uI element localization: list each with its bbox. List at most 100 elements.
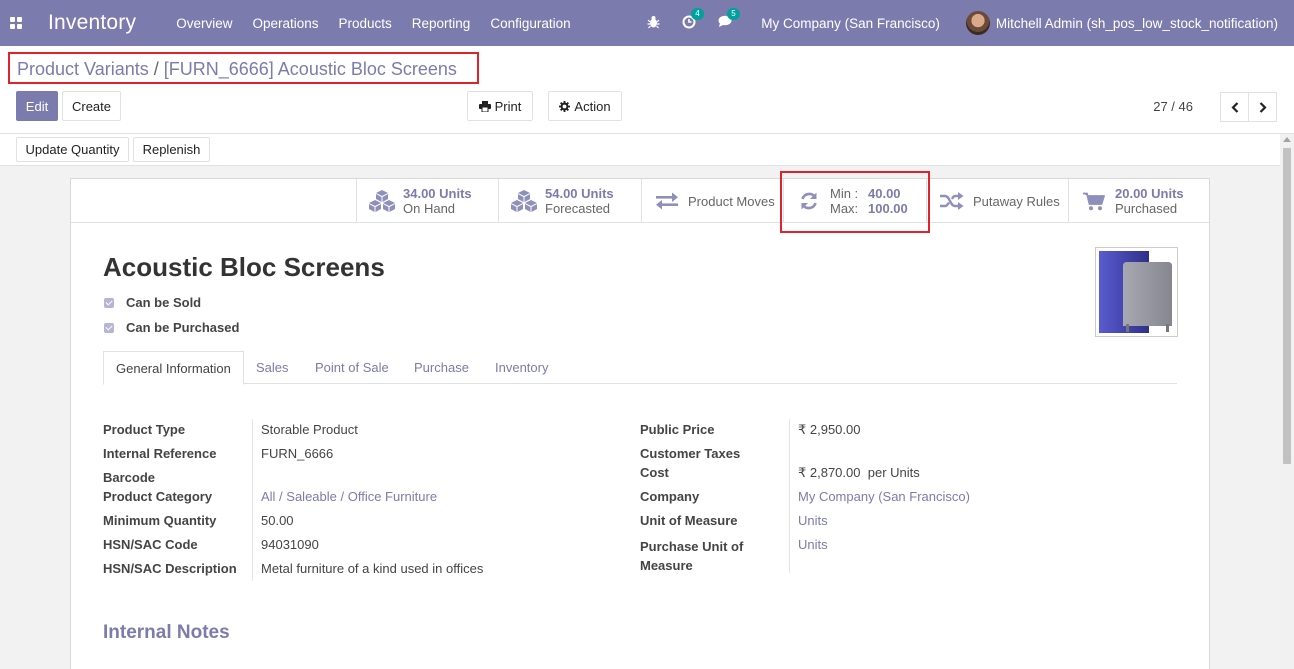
tab-point-of-sale[interactable]: Point of Sale: [315, 351, 389, 384]
scroll-up-arrow-icon[interactable]: [1283, 137, 1291, 142]
purchase-uom-link[interactable]: Units: [798, 537, 828, 552]
breadcrumb-current: [FURN_6666] Acoustic Bloc Screens: [163, 59, 457, 79]
max-label: Max:: [830, 201, 859, 216]
chat-icon[interactable]: 5: [718, 8, 740, 31]
product-image[interactable]: [1095, 247, 1178, 337]
unit-of-measure-link[interactable]: Units: [798, 513, 828, 528]
menu-overview[interactable]: Overview: [176, 16, 232, 31]
purchased-button[interactable]: 20.00 Units Purchased: [1068, 179, 1209, 223]
breadcrumb-separator: /: [153, 59, 159, 79]
menu-operations[interactable]: Operations: [252, 16, 318, 31]
checkbox-checked-icon: [104, 297, 114, 308]
public-price-value[interactable]: ₹ 2,950.00: [798, 422, 861, 438]
min-label: Min :: [830, 186, 859, 201]
breadcrumb: Product Variants / [FURN_6666] Acoustic Bl…: [8, 52, 479, 84]
hsn-description-label: HSN/SAC Description: [103, 561, 237, 576]
menu-configuration[interactable]: Configuration: [490, 16, 570, 31]
create-button[interactable]: Create: [62, 91, 121, 121]
purchased-value: 20.00 Units: [1115, 186, 1184, 201]
company-switcher[interactable]: My Company (San Francisco): [761, 16, 940, 31]
cost-uom-suffix: per Units: [867, 465, 920, 480]
tab-sales[interactable]: Sales: [256, 351, 289, 384]
internal-reference-value[interactable]: FURN_6666: [261, 446, 333, 461]
forecasted-button[interactable]: 54.00 Units Forecasted: [498, 179, 641, 223]
product-moves-label: Product Moves: [688, 193, 775, 209]
cost-label: Cost: [640, 465, 669, 480]
cubes-icon: [509, 189, 539, 213]
can-be-sold-label: Can be Sold: [126, 295, 202, 310]
unit-of-measure-label: Unit of Measure: [640, 513, 738, 528]
notebook-tabs: General Information Sales Point of Sale …: [103, 351, 1177, 385]
on-hand-button[interactable]: 34.00 Units On Hand: [356, 179, 498, 223]
company-label: Company: [640, 489, 700, 504]
smart-buttons: 34.00 Units On Hand 54.00 Units Forecasted…: [71, 179, 1209, 223]
update-quantity-button[interactable]: Update Quantity: [16, 137, 129, 162]
breadcrumb-parent[interactable]: Product Variants: [17, 59, 149, 79]
min-max-button[interactable]: Min : 40.00 Max: 100.00: [783, 179, 926, 223]
internal-reference-label: Internal Reference: [103, 446, 217, 461]
product-category-link[interactable]: All / Saleable / Office Furniture: [261, 489, 437, 504]
activity-clock-icon[interactable]: 4: [682, 7, 704, 32]
replenish-button[interactable]: Replenish: [133, 137, 210, 162]
gear-icon: [559, 100, 571, 112]
purchase-uom-label-line1: Purchase Unit of: [640, 539, 744, 554]
max-value: 100.00: [868, 201, 908, 216]
menu-products[interactable]: Products: [339, 16, 392, 31]
product-type-value[interactable]: Storable Product: [261, 422, 358, 437]
form-sheet: 34.00 Units On Hand 54.00 Units Forecasted…: [70, 178, 1210, 669]
app-title[interactable]: Inventory: [48, 11, 136, 35]
minimum-quantity-value[interactable]: 50.00: [261, 513, 294, 528]
checkbox-checked-icon: [104, 322, 114, 333]
field-separator: [252, 419, 253, 581]
purchase-uom-label-line2: Measure: [640, 558, 693, 573]
purchased-label: Purchased: [1115, 201, 1178, 216]
messages-badge: 5: [727, 8, 740, 20]
tab-inventory[interactable]: Inventory: [495, 351, 548, 384]
apps-menu-icon[interactable]: [0, 0, 32, 46]
chevron-right-icon: [1259, 101, 1267, 113]
putaway-rules-label: Putaway Rules: [973, 193, 1060, 209]
systray: 4 5 My Company (San Francisco) Mitchell …: [647, 0, 1294, 46]
cost-value[interactable]: ₹ 2,870.00 per Units: [798, 465, 920, 481]
field-separator: [789, 419, 790, 573]
product-moves-button[interactable]: Product Moves: [641, 179, 783, 223]
product-category-label: Product Category: [103, 489, 213, 504]
hsn-description-value[interactable]: Metal furniture of a kind used in office…: [261, 561, 483, 576]
edit-button[interactable]: Edit: [16, 91, 58, 121]
refresh-icon: [794, 191, 824, 211]
min-value: 40.00: [868, 186, 901, 201]
cubes-icon: [367, 189, 397, 213]
can-be-sold-checkbox[interactable]: Can be Sold: [104, 295, 201, 310]
on-hand-label: On Hand: [403, 201, 456, 216]
product-type-label: Product Type: [103, 422, 186, 437]
putaway-rules-button[interactable]: Putaway Rules: [926, 179, 1068, 223]
activity-badge: 4: [691, 7, 704, 20]
form-statusbar: Update Quantity Replenish: [0, 134, 1294, 166]
bug-icon[interactable]: [647, 15, 660, 32]
print-button[interactable]: Print: [467, 91, 533, 121]
tab-general-information[interactable]: General Information: [103, 351, 244, 385]
scroll-thumb[interactable]: [1283, 148, 1291, 464]
scrollbar[interactable]: [1280, 134, 1294, 669]
random-icon: [937, 192, 967, 210]
print-icon: [478, 100, 491, 112]
hsn-code-label: HSN/SAC Code: [103, 537, 198, 552]
pager-value[interactable]: 27 / 46: [1153, 99, 1193, 114]
customer-taxes-label: Customer Taxes: [640, 446, 741, 461]
action-button[interactable]: Action: [548, 91, 622, 121]
menu-reporting[interactable]: Reporting: [412, 16, 471, 31]
cost-amount: ₹ 2,870.00: [798, 465, 861, 480]
can-be-purchased-label: Can be Purchased: [126, 320, 240, 335]
company-link[interactable]: My Company (San Francisco): [798, 489, 970, 504]
user-menu[interactable]: Mitchell Admin (sh_pos_low_stock_notific…: [996, 16, 1278, 31]
main-menu: Overview Operations Products Reporting C…: [176, 16, 590, 31]
tab-purchase[interactable]: Purchase: [414, 351, 469, 384]
print-label: Print: [494, 98, 522, 114]
public-price-label: Public Price: [640, 422, 715, 437]
pager-next-button[interactable]: [1248, 92, 1277, 122]
hsn-code-value[interactable]: 94031090: [261, 537, 319, 552]
pager-previous-button[interactable]: [1220, 92, 1249, 122]
can-be-purchased-checkbox[interactable]: Can be Purchased: [104, 320, 239, 335]
avatar[interactable]: [965, 11, 990, 35]
exchange-icon: [652, 192, 682, 210]
